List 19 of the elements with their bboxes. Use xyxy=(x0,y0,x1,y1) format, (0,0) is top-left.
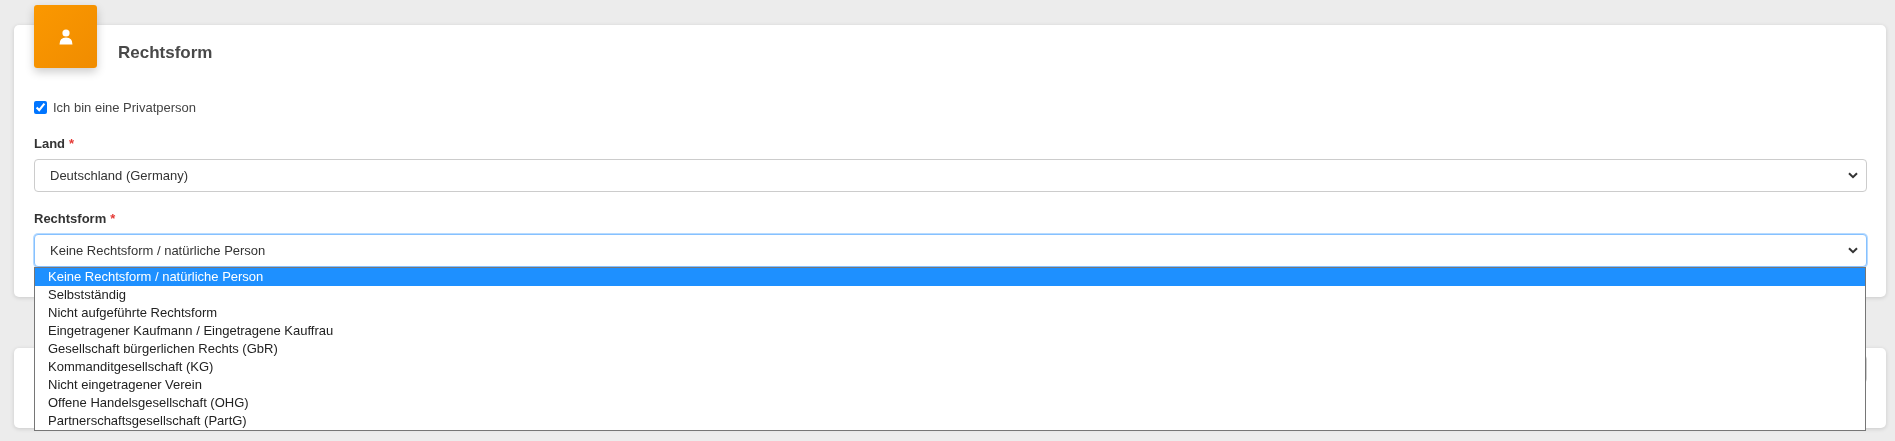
dropdown-option[interactable]: Kommanditgesellschaft (KG) xyxy=(35,358,1865,376)
required-mark: * xyxy=(110,211,116,226)
field-label: Land xyxy=(34,136,66,151)
checkbox[interactable] xyxy=(34,100,47,114)
dropdown-option[interactable]: Offene Handelsgesellschaft (OHG) xyxy=(35,394,1865,412)
select-field[interactable]: Deutschland (Germany) xyxy=(34,159,1867,192)
dropdown-option[interactable]: Partnerschaftsgesellschaft (PartG) xyxy=(35,412,1865,430)
dropdown-option[interactable]: Eingetragener Kaufmann / Eingetragene Kauffrau xyxy=(35,322,1865,340)
chevron-icon xyxy=(1848,247,1858,254)
field-label: Rechtsform xyxy=(34,211,107,226)
select-field[interactable]: Keine Rechtsform / natürliche Person xyxy=(34,234,1867,267)
required-mark: * xyxy=(69,136,75,151)
dropdown-option[interactable]: Gesellschaft bürgerlichen Rechts (GbR) xyxy=(35,340,1865,358)
dropdown-option[interactable]: Nicht aufgeführte Rechtsform xyxy=(35,304,1865,322)
dropdown-option[interactable]: Nicht eingetragener Verein xyxy=(35,376,1865,394)
dropdown-option[interactable]: Selbstständig xyxy=(35,286,1865,304)
checkbox-label[interactable]: Ich bin eine Privatperson xyxy=(53,99,197,115)
section-title: Rechtsform xyxy=(118,43,213,63)
chevron-icon xyxy=(1848,172,1858,179)
